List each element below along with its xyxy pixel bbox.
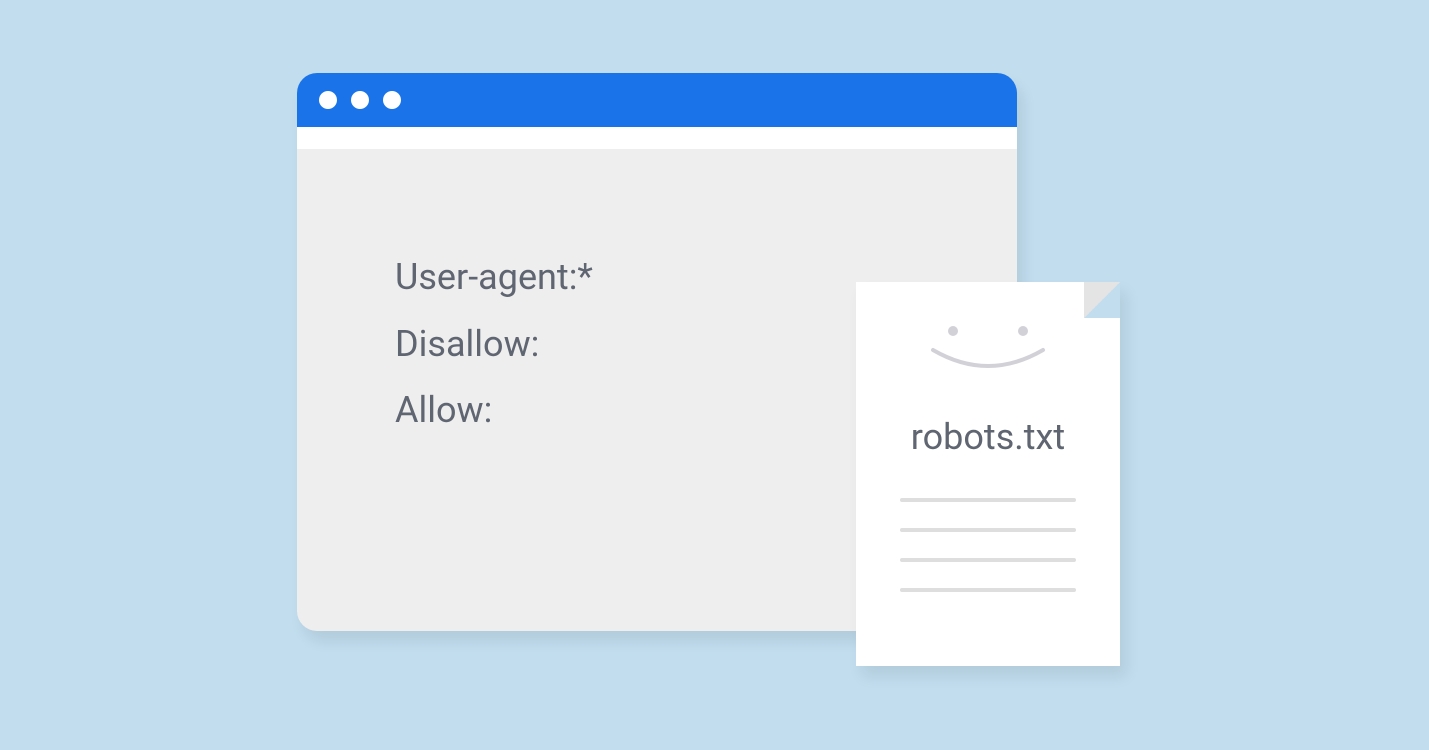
document-title: robots.txt <box>856 416 1120 458</box>
text-line-placeholder <box>900 528 1076 532</box>
text-line-placeholder <box>900 588 1076 592</box>
text-line-placeholder <box>900 558 1076 562</box>
titlebar <box>297 73 1017 127</box>
page-fold-icon <box>1084 282 1120 318</box>
window-control-dot <box>351 91 369 109</box>
text-line-placeholder <box>900 498 1076 502</box>
document-page: robots.txt <box>856 282 1120 666</box>
window-control-dot <box>319 91 337 109</box>
smiley-face-icon <box>856 316 1120 376</box>
window-control-dot <box>383 91 401 109</box>
document-lines <box>900 498 1076 592</box>
toolbar <box>297 127 1017 149</box>
